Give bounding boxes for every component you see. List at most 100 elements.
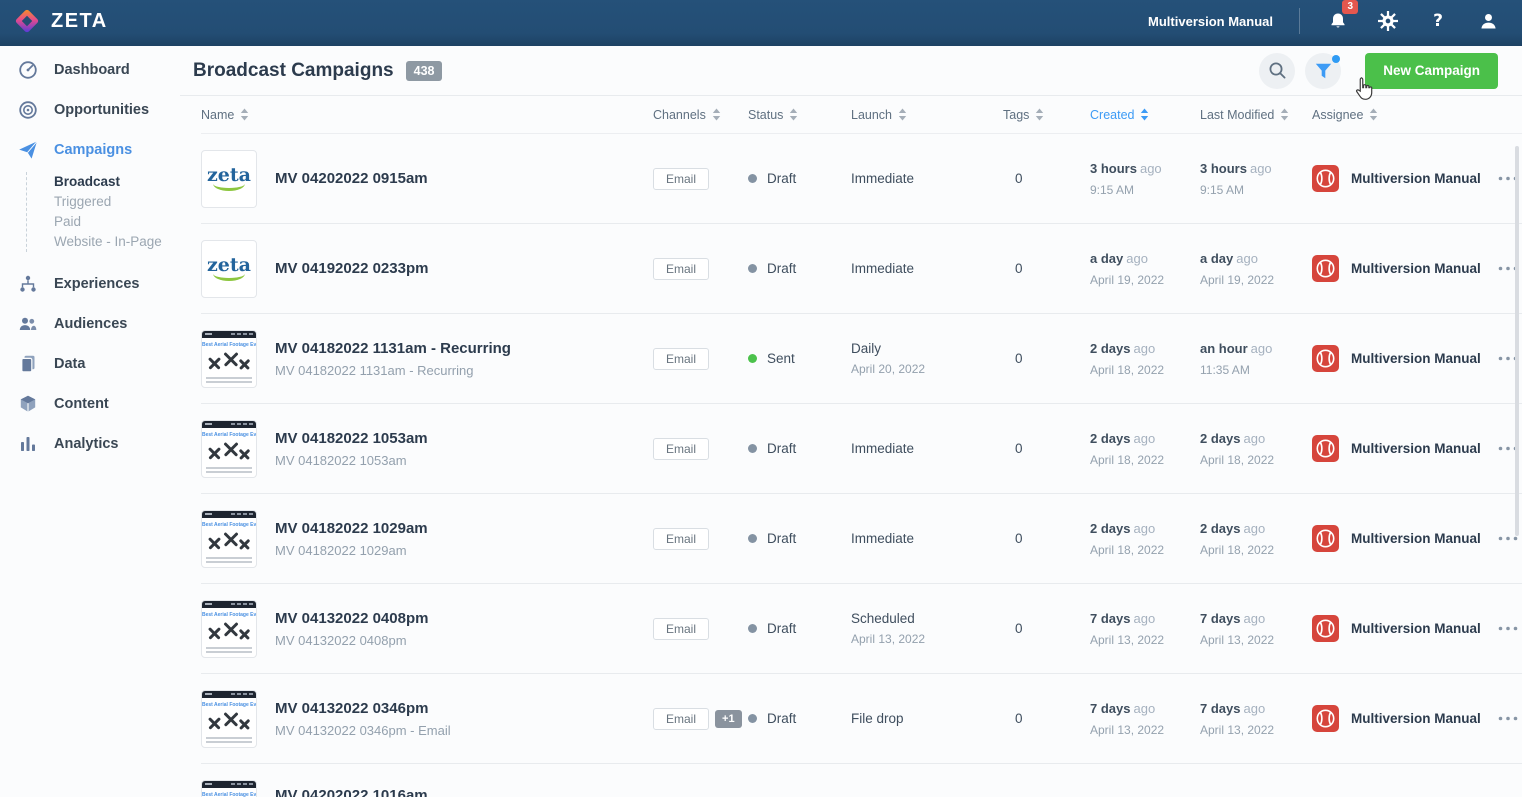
status-dot [748,714,757,723]
modified-detail: April 18, 2022 [1200,543,1312,557]
account-name[interactable]: Multiversion Manual [1148,14,1273,29]
column-header-last-modified[interactable]: Last Modified [1200,108,1312,122]
campaign-name[interactable]: MV 04182022 1131am - Recurring [275,340,511,357]
campaign-subtitle: MV 04182022 1053am [275,453,428,468]
sidebar-label: Analytics [54,436,118,452]
status-label: Draft [767,531,796,546]
created-relative: 7 days [1090,701,1130,716]
created-ago-suffix: ago [1133,611,1155,626]
launch-cell: Scheduled April 13, 2022 [851,611,1003,646]
help-button[interactable]: ? [1426,9,1450,33]
channels-cell: Email [653,258,748,280]
campaign-thumbnail: Best Aerial Footage Ever [201,780,257,797]
campaign-name[interactable]: MV 04192022 0233pm [275,260,428,277]
assignee-name: Multiversion Manual [1351,711,1481,726]
sidebar-item-campaigns[interactable]: Campaigns [0,130,180,170]
sidebar-item-data[interactable]: Data [0,344,180,384]
table-row[interactable]: zeta MV 04202022 0915am Email Draft Imme… [201,134,1522,224]
column-header-channels[interactable]: Channels [653,108,748,122]
launch-cell: Immediate [851,171,1003,186]
assignee-cell: Multiversion Manual [1312,525,1498,552]
assignee-name: Multiversion Manual [1351,441,1481,456]
notifications-button[interactable]: 3 [1326,9,1350,33]
assignee-name: Multiversion Manual [1351,621,1481,636]
status-dot [748,174,757,183]
status-cell: Draft [748,531,851,546]
sidebar-subitem-broadcast[interactable]: Broadcast [54,172,180,192]
topbar: ZETA Multiversion Manual 3 [0,0,1522,46]
created-ago-suffix: ago [1126,251,1148,266]
bar-chart-icon [18,434,38,454]
launch-type: File drop [851,711,1003,726]
channel-chip: Email [653,168,709,190]
modified-cell: 2 daysago April 18, 2022 [1200,520,1312,557]
sidebar-item-audiences[interactable]: Audiences [0,304,180,344]
sidebar-item-experiences[interactable]: Experiences [0,264,180,304]
table-row[interactable]: zeta MV 04192022 0233pm Email Draft Imme… [201,224,1522,314]
sidebar-label: Content [54,396,109,412]
campaign-name[interactable]: MV 04202022 0915am [275,170,428,187]
campaigns-submenu: Broadcast Triggered Paid Website - In-Pa… [26,172,180,252]
created-ago-suffix: ago [1133,701,1155,716]
table-row[interactable]: Best Aerial Footage Ever MV 04182022 113… [201,314,1522,404]
user-menu-button[interactable] [1476,9,1500,33]
gear-icon [1378,11,1398,31]
column-header-assignee[interactable]: Assignee [1312,108,1498,122]
sitemap-icon [18,274,38,294]
column-header-tags[interactable]: Tags [1003,108,1090,122]
column-header-status[interactable]: Status [748,108,851,122]
sidebar-item-analytics[interactable]: Analytics [0,424,180,464]
column-header-launch[interactable]: Launch [851,108,1003,122]
sidebar-subitem-website-in-page[interactable]: Website - In-Page [54,232,180,252]
modified-relative: 3 hours [1200,161,1247,176]
launch-date: April 13, 2022 [851,632,1003,646]
column-header-created[interactable]: Created [1090,108,1200,122]
search-button[interactable] [1259,53,1295,89]
modified-relative: 7 days [1200,701,1240,716]
campaign-name[interactable]: MV 04182022 1029am [275,520,428,537]
campaign-subtitle: MV 04182022 1131am - Recurring [275,363,511,378]
thumb-text-lines [202,735,256,747]
campaign-table: Name Channels Status Launch [201,96,1522,797]
sidebar-label: Experiences [54,276,139,292]
table-row[interactable]: Best Aerial Footage Ever MV 04182022 105… [201,404,1522,494]
column-header-name[interactable]: Name [201,108,653,122]
settings-button[interactable] [1376,9,1400,33]
new-campaign-button[interactable]: New Campaign [1365,53,1498,89]
status-dot [748,354,757,363]
table-row[interactable]: Best Aerial Footage Ever MV 04132022 034… [201,674,1522,764]
table-row[interactable]: Best Aerial Footage Ever MV 04132022 040… [201,584,1522,674]
assignee-cell: Multiversion Manual [1312,165,1498,192]
row-menu-button[interactable] [1498,620,1522,637]
column-label: Created [1090,108,1134,122]
sidebar-item-opportunities[interactable]: Opportunities [0,90,180,130]
sidebar-subitem-triggered[interactable]: Triggered [54,192,180,212]
campaign-name[interactable]: MV 04202022 1016am [275,787,428,797]
thumb-email-header [202,691,256,698]
scrollbar-thumb[interactable] [1515,146,1519,536]
created-relative: 2 days [1090,341,1130,356]
sidebar-subitem-paid[interactable]: Paid [54,212,180,232]
zeta-thumb-swoosh [213,273,245,281]
row-menu-button[interactable] [1498,710,1522,727]
campaign-name[interactable]: MV 04132022 0408pm [275,610,428,627]
table-row[interactable]: Best Aerial Footage Ever MV 04182022 102… [201,494,1522,584]
campaign-thumbnail: zeta [201,150,257,208]
brand-wordmark: ZETA [51,10,108,33]
assignee-name: Multiversion Manual [1351,531,1481,546]
help-icon: ? [1433,11,1443,31]
table-row[interactable]: Best Aerial Footage Ever MV 04202022 101… [201,764,1522,797]
created-ago-suffix: ago [1133,431,1155,446]
created-cell: a dayago April 19, 2022 [1090,250,1200,287]
filter-button[interactable] [1305,53,1341,89]
zeta-logo[interactable]: ZETA [14,8,108,34]
campaign-thumbnail: Best Aerial Footage Ever [201,690,257,748]
tags-count: 0 [1003,351,1090,366]
campaign-name[interactable]: MV 04132022 0346pm [275,700,451,717]
channels-cell: Email [653,168,748,190]
campaign-name[interactable]: MV 04182022 1053am [275,430,428,447]
created-relative: 3 hours [1090,161,1137,176]
sidebar-item-dashboard[interactable]: Dashboard [0,50,180,90]
created-relative: 2 days [1090,431,1130,446]
sidebar-item-content[interactable]: Content [0,384,180,424]
